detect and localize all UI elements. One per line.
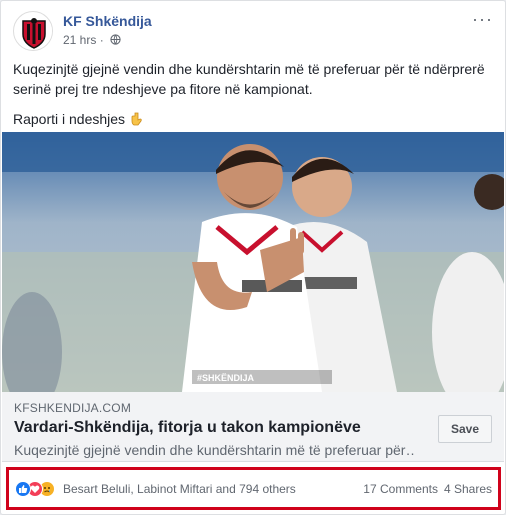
reaction-icons[interactable] xyxy=(15,481,55,497)
report-line: Raporti i ndeshjes xyxy=(13,109,493,129)
reactions-summary-bar: Besart Beluli, Labinot Miftari and 794 o… xyxy=(6,467,501,510)
like-icon xyxy=(15,481,31,497)
more-options-icon[interactable]: ··· xyxy=(472,9,493,30)
link-preview-image[interactable]: #SHKËNDIJA xyxy=(2,132,504,392)
shares-count[interactable]: 4 Shares xyxy=(444,482,492,496)
link-description: Kuqezinjtë gjejnë vendin dhe kundërshtar… xyxy=(14,442,414,458)
post-card: KF Shkëndija 21 hrs · ··· Kuqezinjtë gje… xyxy=(0,0,506,515)
post-message: Kuqezinjtë gjejnë vendin dhe kundërshtar… xyxy=(13,61,485,97)
report-label: Raporti i ndeshjes xyxy=(13,111,126,127)
pointing-down-hand-icon xyxy=(131,112,142,126)
club-logo-icon xyxy=(15,13,52,50)
post-meta: 21 hrs · xyxy=(63,33,121,47)
save-button[interactable]: Save xyxy=(438,415,492,443)
reaction-names[interactable]: Besart Beluli, Labinot Miftari and 794 o… xyxy=(63,482,296,496)
link-preview-box[interactable]: KFSHKENDIJA.COM Vardari-Shkëndija, fitor… xyxy=(2,392,504,462)
photo-watermark: #SHKËNDIJA xyxy=(197,373,255,383)
post-header: KF Shkëndija 21 hrs · ··· xyxy=(13,9,493,53)
page-avatar[interactable] xyxy=(13,11,53,51)
comments-count[interactable]: 17 Comments xyxy=(363,482,438,496)
post-timestamp[interactable]: 21 hrs xyxy=(63,33,96,47)
post-text: Kuqezinjtë gjejnë vendin dhe kundërshtar… xyxy=(13,59,493,139)
page-name-link[interactable]: KF Shkëndija xyxy=(63,13,152,29)
link-title[interactable]: Vardari-Shkëndija, fitorja u takon kampi… xyxy=(14,419,361,437)
globe-icon[interactable] xyxy=(110,34,121,45)
link-domain: KFSHKENDIJA.COM xyxy=(14,401,132,415)
players-celebrating-image: #SHKËNDIJA xyxy=(2,132,504,392)
